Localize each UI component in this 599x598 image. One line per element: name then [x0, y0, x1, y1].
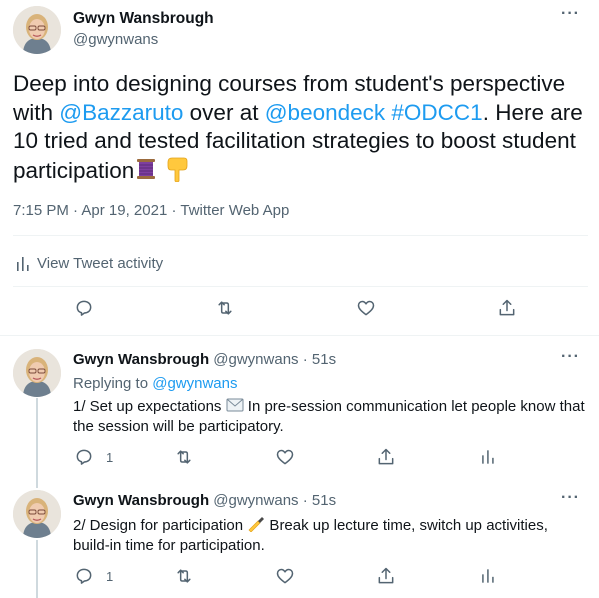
- reply-text: 1/ Set up expectations In pre-session co…: [73, 397, 588, 437]
- retweet-icon: [177, 569, 191, 583]
- reply-actions: 1: [0, 447, 599, 477]
- mention-link[interactable]: @beondeck: [265, 100, 385, 125]
- author-name[interactable]: Gwyn Wansbrough: [73, 10, 214, 28]
- meta-separator: ·: [167, 202, 181, 219]
- reply-text-part: 1/ Set up expectations: [73, 398, 226, 415]
- tweet-source-app[interactable]: Twitter Web App: [180, 202, 289, 219]
- avatar[interactable]: [13, 6, 61, 54]
- author-handle[interactable]: @gwynwans: [213, 351, 298, 368]
- tweet-meta: 7:15 PM · Apr 19, 2021 · Twitter Web App: [13, 202, 289, 219]
- avatar-photo: [13, 6, 61, 54]
- reply-time[interactable]: 51s: [312, 492, 336, 509]
- tweet-thread: Gwyn Wansbrough @gwynwans ··· Deep into …: [0, 0, 599, 598]
- reply-button[interactable]: [74, 298, 94, 318]
- writing-hand-icon: [248, 517, 265, 532]
- retweet-button[interactable]: [174, 447, 194, 467]
- tweet-date[interactable]: Apr 19, 2021: [81, 202, 167, 219]
- reply-actions: 1: [0, 566, 599, 596]
- divider: [13, 286, 588, 287]
- share-button[interactable]: [497, 298, 517, 318]
- replying-prefix: Replying to: [73, 375, 153, 392]
- reply-button[interactable]: 1: [74, 566, 113, 586]
- share-icon: [499, 299, 515, 316]
- reply-text: 2/ Design for participation Break up lec…: [73, 516, 588, 556]
- like-button[interactable]: [356, 298, 376, 318]
- reply-time[interactable]: 51s: [312, 351, 336, 368]
- meta-separator: ·: [68, 202, 82, 219]
- mention-link[interactable]: @Bazzaruto: [59, 100, 183, 125]
- reply-button[interactable]: 1: [74, 447, 113, 467]
- avatar[interactable]: [13, 349, 61, 397]
- analytics-icon: [482, 450, 494, 464]
- like-icon: [276, 449, 294, 465]
- more-options-button[interactable]: ···: [561, 348, 580, 366]
- reply-icon: [76, 300, 92, 316]
- share-button[interactable]: [376, 447, 396, 467]
- tweet-text: Deep into designing courses from student…: [13, 70, 588, 185]
- reply-icon: [76, 449, 92, 465]
- retweet-button[interactable]: [174, 566, 194, 586]
- author-name[interactable]: Gwyn Wansbrough: [73, 492, 209, 509]
- hashtag-link[interactable]: #ODCC1: [391, 100, 482, 125]
- author-handle[interactable]: @gwynwans: [213, 492, 298, 509]
- thread-emoji-icon: [137, 158, 156, 179]
- view-tweet-activity-link[interactable]: View Tweet activity: [17, 255, 163, 272]
- like-icon: [357, 300, 375, 316]
- retweet-icon: [218, 301, 232, 315]
- reply-header: Gwyn Wansbrough @gwynwans · 51s: [73, 492, 336, 509]
- tweet-actions: [0, 298, 599, 328]
- more-options-button[interactable]: ···: [561, 5, 580, 23]
- analytics-icon: [482, 569, 494, 583]
- more-options-button[interactable]: ···: [561, 489, 580, 507]
- divider: [13, 235, 588, 236]
- avatar[interactable]: [13, 490, 61, 538]
- envelope-icon: [226, 398, 244, 412]
- like-button[interactable]: [275, 566, 295, 586]
- meta-separator: ·: [298, 492, 312, 509]
- reply-header: Gwyn Wansbrough @gwynwans · 51s: [73, 351, 336, 368]
- like-icon: [276, 568, 294, 584]
- author-handle[interactable]: @gwynwans: [73, 31, 158, 48]
- author-name[interactable]: Gwyn Wansbrough: [73, 351, 209, 368]
- analytics-icon: [17, 256, 29, 271]
- activity-label: View Tweet activity: [37, 255, 164, 272]
- reply-icon: [76, 568, 92, 584]
- tweet-time[interactable]: 7:15 PM: [13, 202, 69, 219]
- reply-count: 1: [106, 568, 114, 584]
- avatar-photo: [13, 490, 61, 538]
- like-button[interactable]: [275, 447, 295, 467]
- reply-text-part: 2/ Design for participation: [73, 517, 248, 534]
- share-button[interactable]: [376, 566, 396, 586]
- share-icon: [378, 567, 394, 584]
- reply-count: 1: [106, 449, 114, 465]
- meta-separator: ·: [298, 351, 312, 368]
- replying-to: Replying to @gwynwans: [73, 375, 237, 392]
- retweet-button[interactable]: [215, 298, 235, 318]
- share-icon: [378, 448, 394, 465]
- avatar-photo: [13, 349, 61, 397]
- divider: [0, 335, 599, 336]
- backhand-index-pointing-down-icon: [167, 157, 188, 182]
- tweet-text-part: over at: [183, 99, 265, 125]
- retweet-icon: [177, 450, 191, 464]
- mention-link[interactable]: @gwynwans: [152, 375, 237, 392]
- analytics-button[interactable]: [478, 566, 498, 586]
- analytics-button[interactable]: [478, 447, 498, 467]
